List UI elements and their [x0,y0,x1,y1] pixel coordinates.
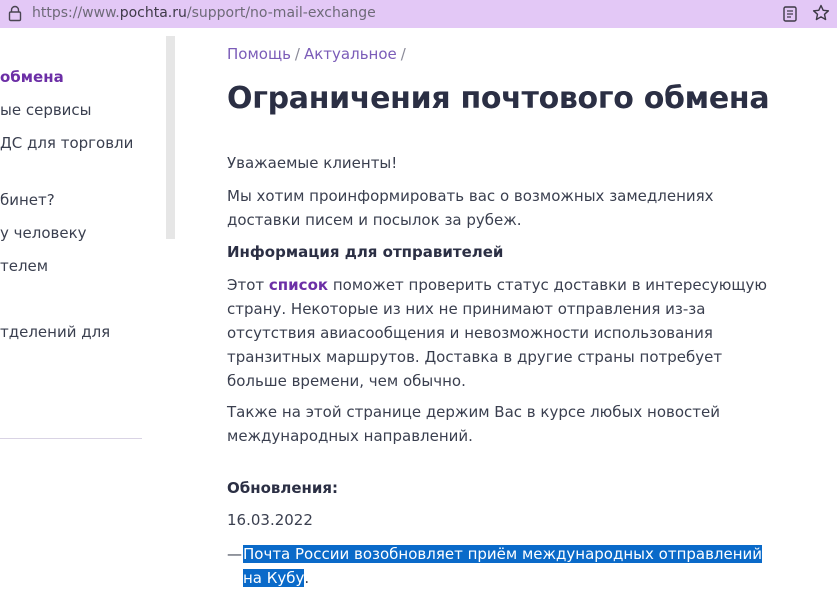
sidebar-scrollbar[interactable] [166,36,175,239]
greeting-text: Уважаемые клиенты! [227,154,398,172]
intro-text: Мы хотим проинформировать вас о возможны… [227,187,714,229]
sidebar-item-offices[interactable]: тделений для [0,323,110,341]
page-title: Ограничения почтового обмена [227,81,770,116]
sidebar-item-services[interactable]: ые сервисы [0,101,92,119]
sidebar-item-cabinet[interactable]: бинет? [0,191,55,209]
senders-heading: Информация для отправителей [227,243,504,261]
sidebar: обмена ые сервисы ДС для торговли бинет?… [0,28,176,590]
sidebar-item-mail-exchange[interactable]: обмена [0,68,64,86]
breadcrumb-separator: / [400,45,406,63]
reader-view-icon[interactable] [783,6,797,22]
sidebar-item-recipient[interactable]: телем [0,257,48,275]
sidebar-divider [0,438,142,439]
update-link[interactable]: Почта России возобновляет приём междунар… [243,545,763,587]
update-dash: — [227,545,242,563]
sidebar-item-to-person[interactable]: у человеку [0,224,87,242]
url-text[interactable]: https://www.pochta.ru/support/no-mail-ex… [32,5,376,21]
update-date: 16.03.2022 [227,511,313,529]
bookmark-star-icon[interactable] [812,4,830,22]
breadcrumb-help[interactable]: Помощь [227,45,291,63]
list-paragraph: Этот список поможет проверить статус дос… [227,276,767,390]
sidebar-item-vat-trade[interactable]: ДС для торговли [0,134,133,152]
updates-heading: Обновления: [227,479,339,497]
lock-icon [8,5,22,22]
breadcrumb: Помощь / Актуальное / [227,45,410,63]
update-news-item: Почта России возобновляет приём междунар… [243,545,763,587]
list-link[interactable]: список [269,276,328,294]
breadcrumb-actual[interactable]: Актуальное [304,45,397,63]
address-bar[interactable]: https://www.pochta.ru/support/no-mail-ex… [0,0,837,28]
also-text: Также на этой странице держим Вас в курс… [227,403,721,445]
breadcrumb-separator: / [294,45,300,63]
